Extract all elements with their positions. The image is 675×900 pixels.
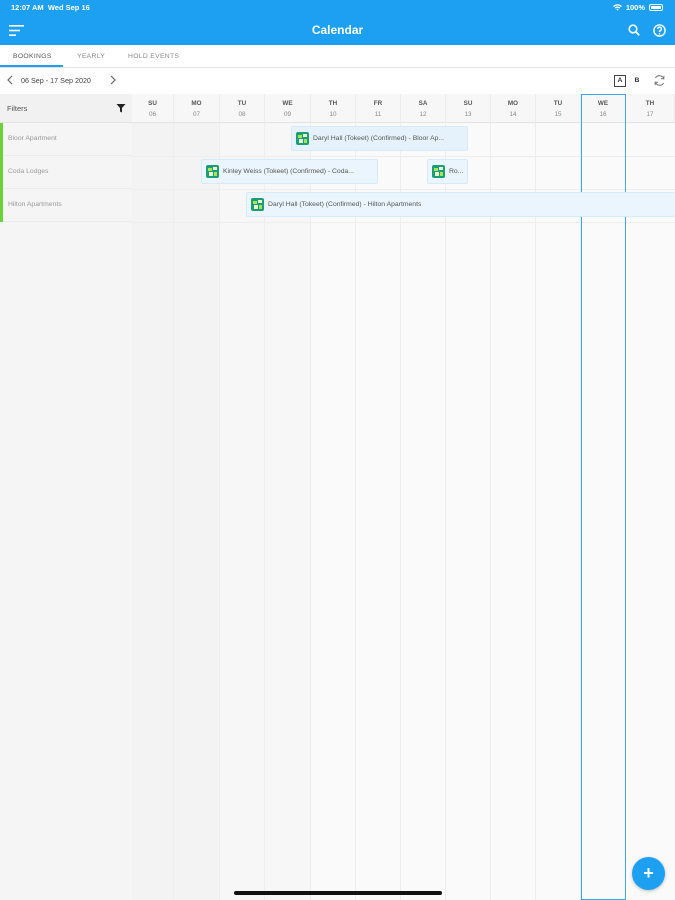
help-icon[interactable] [651, 22, 667, 38]
booking-bar[interactable]: Daryl Hall (Tokeet) (Confirmed) - Hilton… [246, 192, 675, 217]
wifi-icon [612, 4, 622, 11]
day-number: 09 [283, 111, 291, 118]
tab-hold-events[interactable]: HOLD EVENTS [128, 53, 179, 60]
booking-label: Kinley Weiss (Tokeet) (Confirmed) - Coda… [223, 168, 354, 175]
app-root: 12:07 AM Wed Sep 16 100% Calendar BOOKIN… [0, 0, 675, 900]
home-indicator [234, 891, 442, 895]
page-title: Calendar [311, 23, 364, 37]
property-status-bar [0, 156, 3, 189]
property-list: Filters Bloor Apartment Coda Lodges Hilt… [0, 94, 132, 900]
day-name: SU [148, 100, 157, 107]
battery-percent: 100% [625, 3, 645, 12]
day-number: 08 [238, 111, 246, 118]
day-number: 06 [148, 111, 156, 118]
booking-bar[interactable]: Kinley Weiss (Tokeet) (Confirmed) - Coda… [201, 159, 378, 184]
day-header: MO 14 [491, 94, 536, 123]
day-number: 13 [464, 111, 472, 118]
tokeet-logo-icon [296, 132, 309, 145]
day-column[interactable] [491, 123, 536, 900]
day-number: 07 [192, 111, 200, 118]
booking-label: Ro... [449, 168, 464, 175]
day-name: MO [507, 100, 519, 107]
chevron-right-icon[interactable] [109, 75, 117, 85]
day-header: SU 13 [446, 94, 491, 123]
status-time: 12:07 AM Wed Sep 16 [11, 3, 90, 12]
property-name: Hilton Apartments [8, 201, 62, 208]
day-name: SU [463, 100, 473, 107]
day-number: 10 [329, 111, 337, 118]
battery-icon [649, 4, 663, 11]
view-a-button[interactable]: A [614, 75, 626, 87]
view-tabs: BOOKINGS YEARLY HOLD EVENTS [0, 45, 675, 68]
day-column[interactable] [220, 123, 265, 900]
day-header: SA 12 [401, 94, 446, 123]
day-header: TH 10 [311, 94, 356, 123]
active-tab-indicator [0, 65, 63, 67]
filter-icon[interactable] [116, 103, 126, 113]
day-number: 17 [646, 111, 654, 118]
day-header: TH 17 [626, 94, 675, 123]
day-name: TU [553, 100, 563, 107]
date-range-label[interactable]: 06 Sep - 17 Sep 2020 [21, 76, 91, 85]
day-header: SU 06 [132, 94, 174, 123]
day-header: WE 09 [265, 94, 311, 123]
booking-bar[interactable]: Daryl Hall (Tokeet) (Confirmed) - Bloor … [291, 126, 468, 151]
booking-label: Daryl Hall (Tokeet) (Confirmed) - Hilton… [268, 201, 422, 208]
day-number: 15 [554, 111, 562, 118]
day-column[interactable] [174, 123, 220, 900]
view-b-button[interactable]: B [631, 75, 643, 87]
booking-bar[interactable]: Ro... [427, 159, 468, 184]
day-column[interactable] [132, 123, 174, 900]
day-header: TU 08 [220, 94, 265, 123]
day-number: 12 [419, 111, 427, 118]
property-status-bar [0, 189, 3, 222]
property-name: Bloor Apartment [8, 135, 57, 142]
booking-label: Daryl Hall (Tokeet) (Confirmed) - Bloor … [313, 135, 445, 142]
day-column[interactable] [265, 123, 311, 900]
tab-yearly[interactable]: YEARLY [77, 53, 105, 60]
top-app-bar: 12:07 AM Wed Sep 16 100% Calendar [0, 0, 675, 45]
refresh-icon[interactable] [653, 74, 666, 87]
status-date-text: Wed Sep 16 [47, 3, 90, 12]
tab-bookings[interactable]: BOOKINGS [13, 53, 52, 60]
day-name: TU [237, 100, 247, 107]
filters-label: Filters [7, 104, 28, 113]
day-column[interactable] [446, 123, 491, 900]
filters-header[interactable]: Filters [0, 94, 132, 123]
status-time-text: 12:07 AM [11, 3, 44, 12]
day-header: MO 07 [174, 94, 220, 123]
day-name: TH [645, 100, 655, 107]
day-column[interactable] [626, 123, 675, 900]
tokeet-logo-icon [432, 165, 445, 178]
search-icon[interactable] [626, 22, 642, 38]
day-column[interactable] [311, 123, 356, 900]
tokeet-logo-icon [251, 198, 264, 211]
calendar-grid: SU 06 MO 07 TU 08 WE 09 TH 10 FR 11 SA 1… [132, 94, 675, 900]
day-name: FR [373, 100, 383, 107]
day-name: WE [282, 100, 293, 107]
day-name: SA [418, 100, 428, 107]
day-number: 11 [374, 111, 382, 118]
day-name: TH [328, 100, 338, 107]
property-row[interactable]: Bloor Apartment [0, 123, 132, 156]
day-name: MO [191, 100, 202, 107]
chevron-left-icon[interactable] [6, 75, 14, 85]
property-row[interactable]: Coda Lodges [0, 156, 132, 189]
day-header: FR 11 [356, 94, 401, 123]
add-booking-button[interactable]: + [632, 857, 665, 890]
status-right: 100% [612, 3, 663, 12]
day-column[interactable] [536, 123, 581, 900]
day-column[interactable] [356, 123, 401, 900]
tokeet-logo-icon [206, 165, 219, 178]
property-row[interactable]: Hilton Apartments [0, 189, 132, 222]
day-number: 14 [509, 111, 517, 118]
day-header: TU 15 [536, 94, 581, 123]
property-name: Coda Lodges [8, 168, 49, 175]
day-column[interactable] [401, 123, 446, 900]
calendar-toolbar: 06 Sep - 17 Sep 2020 A B [0, 68, 675, 94]
property-status-bar [0, 123, 3, 156]
